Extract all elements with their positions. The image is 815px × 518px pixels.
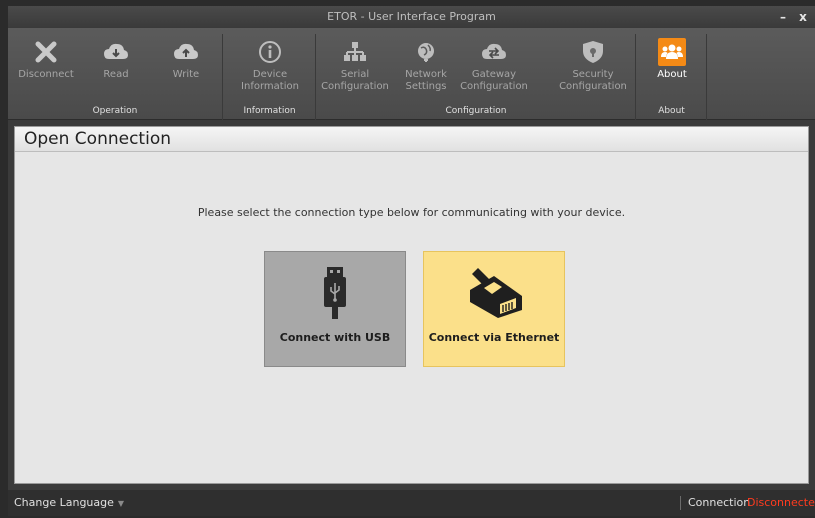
minimize-button[interactable]: – [773, 6, 793, 28]
write-button[interactable]: Write [151, 38, 221, 81]
cloud-upload-icon [172, 38, 200, 66]
close-button[interactable]: x [793, 6, 813, 28]
about-button[interactable]: About [637, 38, 707, 81]
group-label-information: Information [243, 106, 296, 116]
serial-configuration-button[interactable]: Serial Configuration [320, 38, 390, 93]
app-window: ETOR - User Interface Program – x Discon… [8, 6, 815, 516]
cloud-download-icon [102, 38, 130, 66]
network-tree-icon [341, 38, 369, 66]
change-language-dropdown[interactable]: Change Language ▼ [14, 490, 124, 517]
serial-configuration-label: Serial Configuration [321, 69, 389, 92]
title-bar: ETOR - User Interface Program – x [8, 6, 815, 28]
chevron-down-icon: ▼ [117, 499, 125, 508]
status-bar: Change Language ▼ Connection Disconnected [8, 490, 815, 516]
open-connection-panel: Open Connection Please select the connec… [14, 126, 809, 484]
connect-usb-button[interactable]: Connect with USB [264, 251, 406, 367]
device-information-button[interactable]: Device Information [235, 38, 305, 93]
group-label-operation: Operation [92, 106, 138, 116]
ribbon-group-information: Device Information Information [224, 34, 316, 120]
info-icon [256, 38, 284, 66]
security-configuration-button[interactable]: Security Configuration [553, 38, 633, 93]
panel-title: Open Connection [15, 127, 808, 152]
gateway-configuration-button[interactable]: Gateway Configuration [459, 38, 529, 93]
read-button[interactable]: Read [81, 38, 151, 81]
usb-icon [265, 262, 405, 324]
change-language-label: Change Language [14, 496, 114, 509]
gateway-configuration-label: Gateway Configuration [460, 69, 528, 92]
window-title: ETOR - User Interface Program [327, 10, 496, 23]
network-settings-label: Network Settings [405, 69, 447, 92]
group-label-about: About [658, 106, 685, 116]
about-label: About [657, 69, 687, 80]
connect-ethernet-label: Connect via Ethernet [428, 331, 560, 344]
group-label-configuration: Configuration [445, 106, 507, 116]
gateway-icon [480, 38, 508, 66]
users-icon [658, 38, 686, 66]
network-settings-button[interactable]: Network Settings [400, 38, 452, 93]
connect-ethernet-button[interactable]: Connect via Ethernet [423, 251, 565, 367]
security-configuration-label: Security Configuration [559, 69, 627, 92]
connection-prompt: Please select the connection type below … [197, 206, 626, 219]
disconnect-icon [32, 38, 60, 66]
ribbon-group-configuration: Serial Configuration Network Settings Ga… [317, 34, 636, 120]
status-separator [680, 496, 681, 510]
ribbon-toolbar: Disconnect Read Write Operation Device I… [8, 28, 815, 120]
connection-label: Connection [688, 496, 751, 509]
connect-usb-label: Connect with USB [279, 331, 391, 344]
disconnect-label: Disconnect [18, 69, 74, 80]
shield-icon [579, 38, 607, 66]
disconnect-button[interactable]: Disconnect [11, 38, 81, 81]
ribbon-group-about: About About [637, 34, 707, 120]
write-label: Write [172, 69, 200, 80]
connection-status: Disconnected [747, 496, 815, 509]
ethernet-icon [424, 262, 564, 324]
device-information-label: Device Information [241, 69, 299, 92]
globe-icon [412, 38, 440, 66]
read-label: Read [103, 69, 129, 80]
ribbon-group-operation: Disconnect Read Write Operation [8, 34, 223, 120]
